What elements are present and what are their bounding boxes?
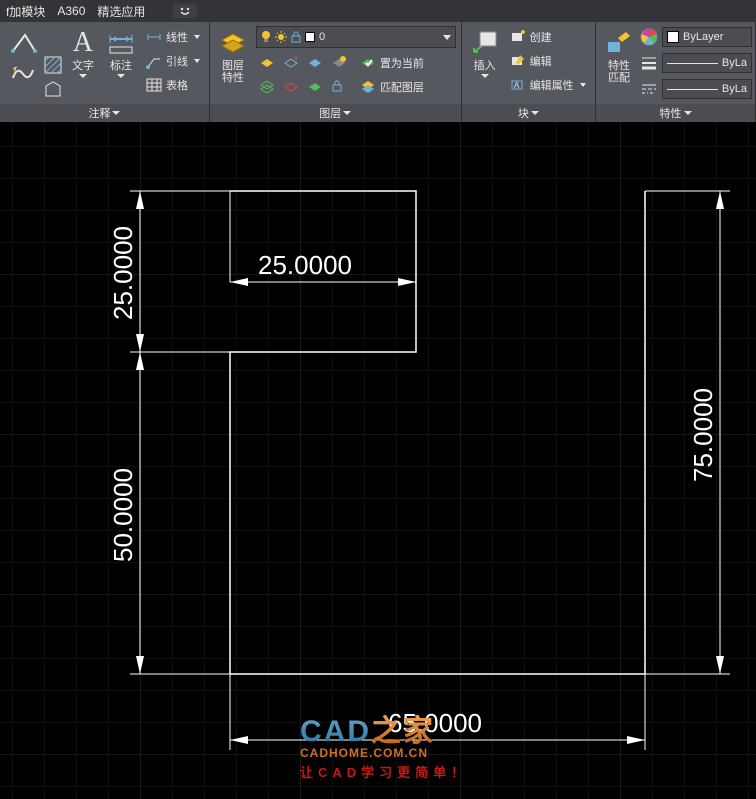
linear-button[interactable]: 线性 [142,26,204,48]
svg-text:25.0000: 25.0000 [258,250,352,280]
linetype-icon[interactable] [640,80,658,98]
layer-dropdown[interactable]: 0 [256,26,456,48]
dim-label: 标注 [110,60,132,72]
layer-tool-4[interactable] [331,55,347,71]
layer-props-button[interactable]: 图层 特性 [216,26,250,84]
lineweight-dropdown[interactable]: ByLa [662,53,752,73]
set-current-layer-button[interactable]: 置为当前 [356,52,428,74]
layer-tool-7[interactable] [307,79,323,95]
dim-25-v: 25.0000 [108,191,230,352]
svg-text:A: A [514,81,520,90]
color-dropdown[interactable]: ByLayer [662,27,752,47]
svg-text:50.0000: 50.0000 [108,468,138,562]
panel-annotate-title[interactable]: 注释 [0,104,209,122]
panel-block-title[interactable]: 块 [462,104,595,122]
feedback-button[interactable] [173,4,197,18]
lineweight-icon[interactable] [640,54,658,72]
dim-50-v: 50.0000 [108,352,230,674]
edit-block-button[interactable]: 编辑 [506,50,590,72]
svg-text:65.0000: 65.0000 [388,708,482,738]
layer-color-swatch [305,32,315,42]
dim-75-v: 75.0000 [645,191,730,674]
tab-addon[interactable]: f加模块 [6,3,45,20]
match-props-button[interactable]: 特性 匹配 [602,26,636,84]
layer-tool-8[interactable] [331,79,347,95]
dim-65-h: 65.0000 [230,674,645,750]
dim-25-h: 25.0000 [230,191,416,286]
current-layer-name: 0 [319,31,325,43]
text-label: 文字 [72,60,94,72]
lock-icon [291,31,301,43]
panel-props-title[interactable]: 特性 [596,104,755,122]
layer-tool-2[interactable] [283,55,299,71]
text-button[interactable]: A 文字 [66,26,100,78]
layer-tool-1[interactable] [259,55,275,71]
drawing-canvas[interactable]: 25.0000 25.0000 50.0000 75.0000 [0,122,756,799]
svg-text:25.0000: 25.0000 [108,226,138,320]
edit-attr-button[interactable]: A编辑属性 [506,74,590,96]
create-block-button[interactable]: 创建 [506,26,590,48]
lightbulb-icon [261,31,271,43]
tab-a360[interactable]: A360 [57,4,85,18]
table-button[interactable]: 表格 [142,74,204,96]
layer-tool-6[interactable] [283,79,299,95]
panel-layers-title[interactable]: 图层 [210,104,461,122]
layer-tool-5[interactable] [259,79,275,95]
match-layer-button[interactable]: 匹配图层 [356,76,428,98]
drawing-svg: 25.0000 25.0000 50.0000 75.0000 [0,122,756,799]
linetype-dropdown[interactable]: ByLa [662,79,752,99]
dimension-button[interactable]: 标注 [104,26,138,78]
tab-apps[interactable]: 精选应用 [97,3,145,20]
svg-text:75.0000: 75.0000 [688,388,718,482]
sun-icon [275,31,287,43]
ribbon: A 文字 标注 线性 引线 表格 注释 图层 特性 [0,22,756,122]
color-wheel-icon[interactable] [640,28,658,46]
edge-button[interactable] [6,26,40,84]
hatch-icon[interactable] [44,56,62,74]
region-icon[interactable] [44,80,62,98]
layer-tool-3[interactable] [307,55,323,71]
leader-button[interactable]: 引线 [142,50,204,72]
insert-block-button[interactable]: 插入 [468,26,502,78]
layer-tools-grid [256,52,350,98]
